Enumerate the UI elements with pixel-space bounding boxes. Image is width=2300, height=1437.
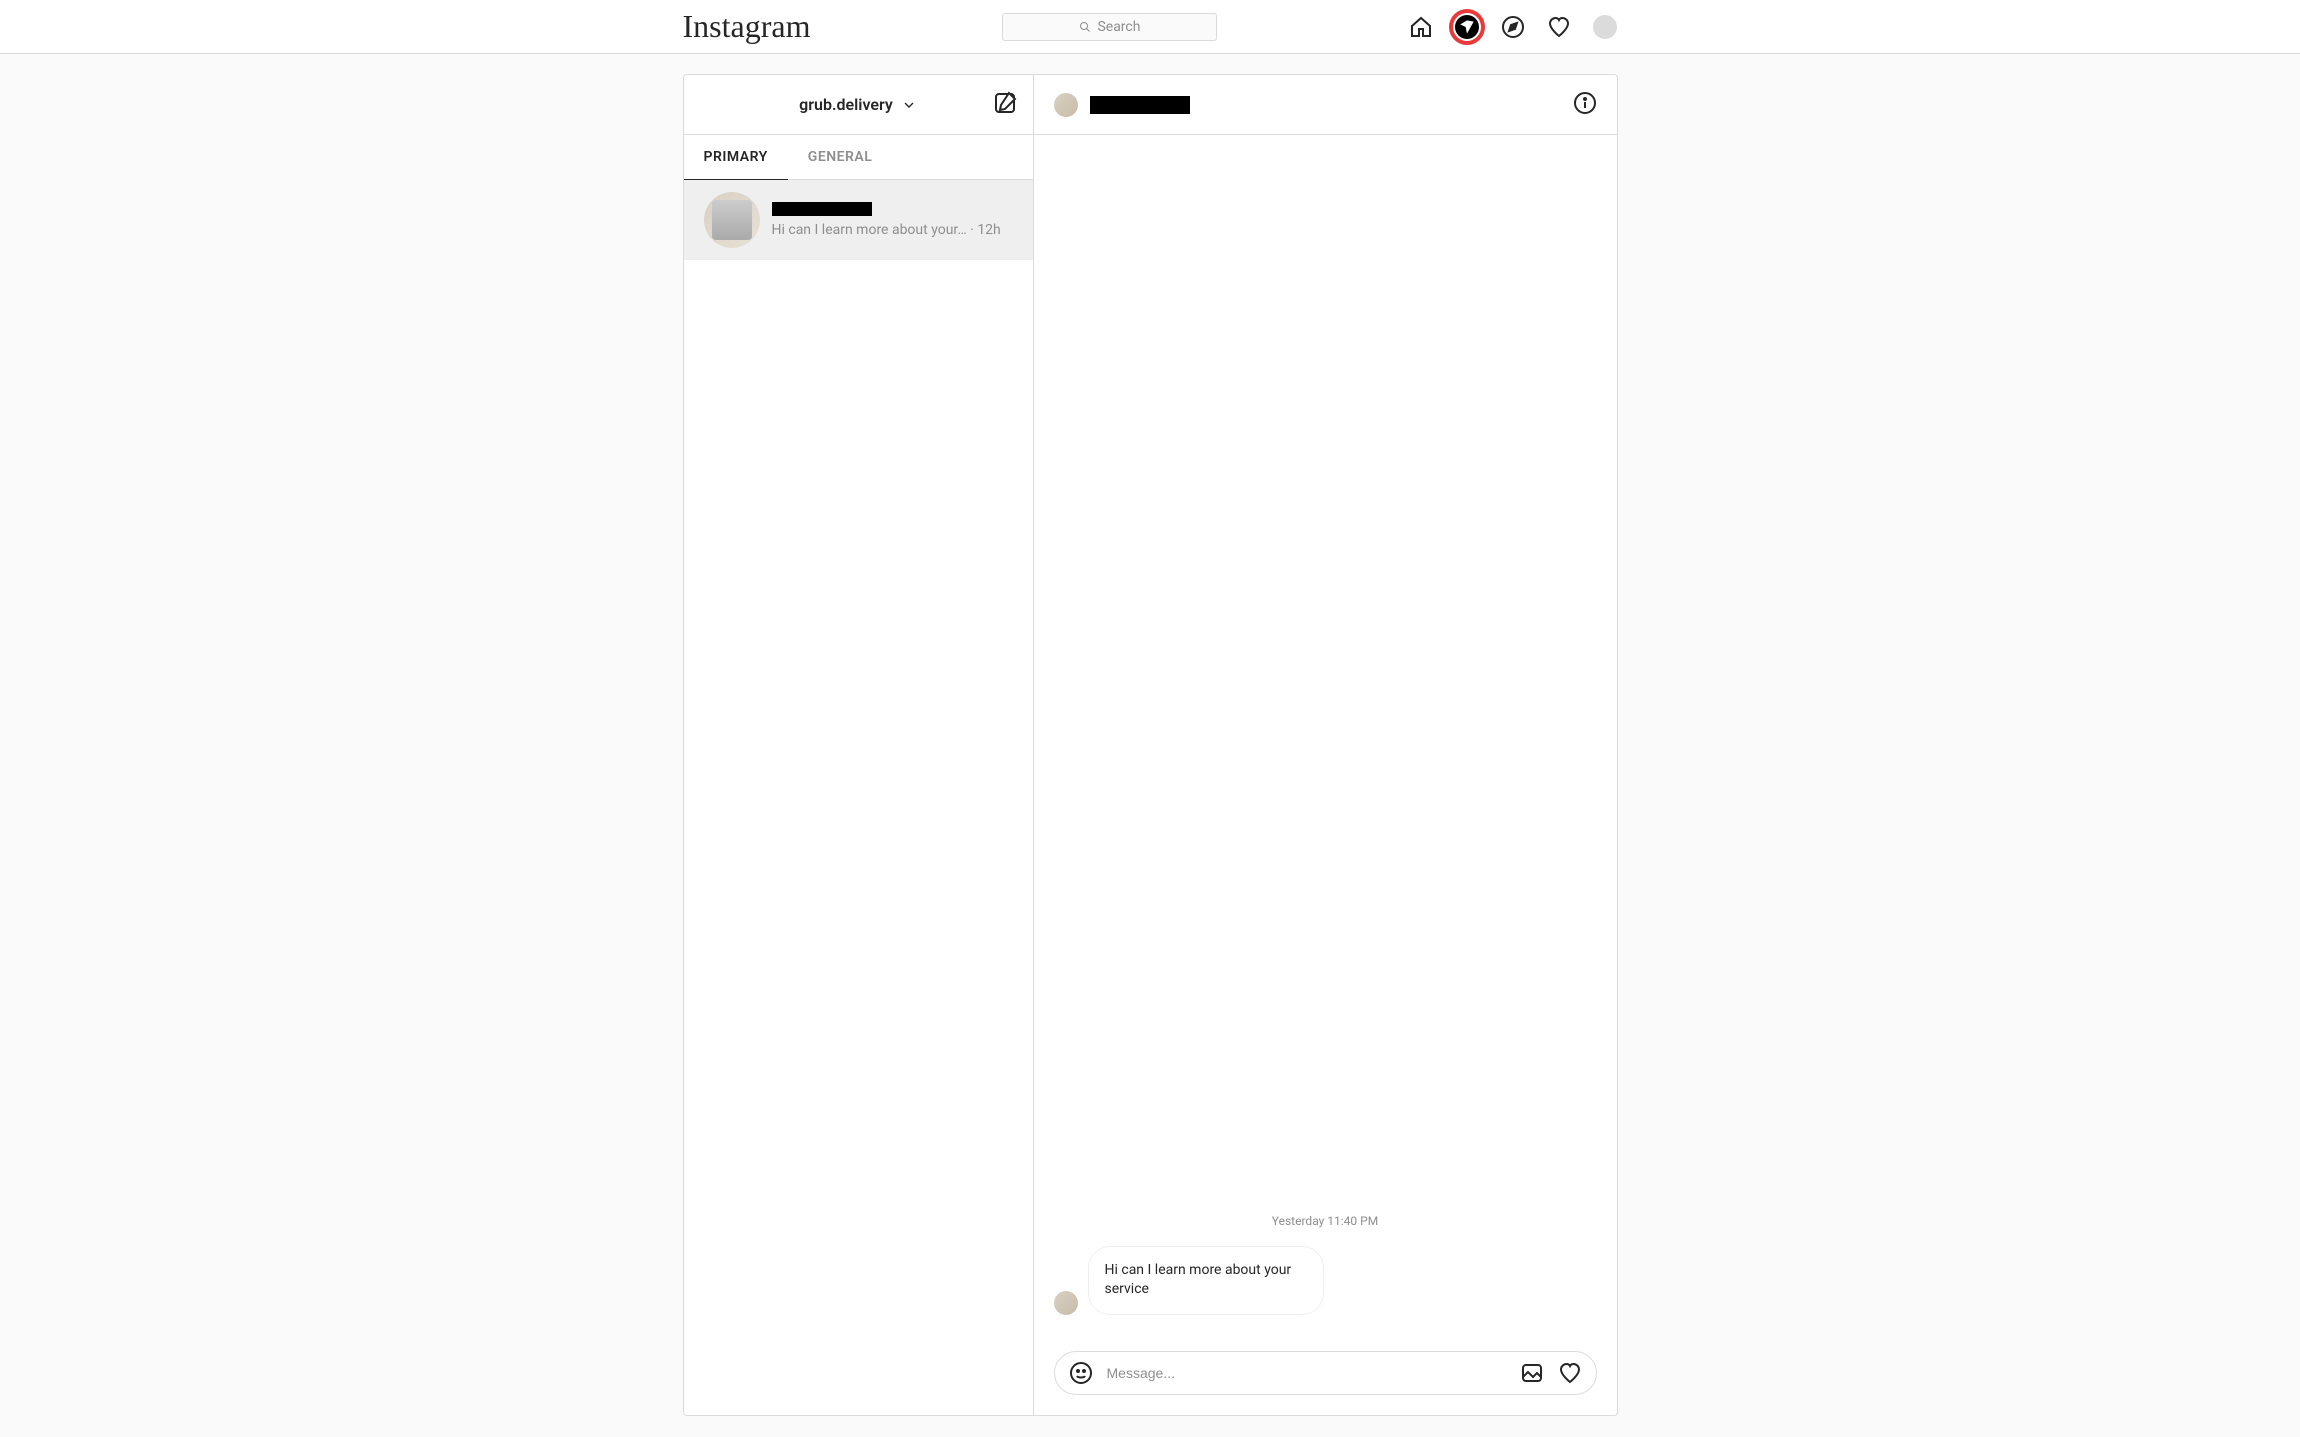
direct-messages-icon[interactable] bbox=[1455, 15, 1479, 39]
image-icon bbox=[1520, 1361, 1544, 1385]
search-placeholder: Search bbox=[1097, 19, 1140, 35]
search-container: Search bbox=[1002, 13, 1217, 41]
account-name: grub.delivery bbox=[799, 95, 893, 114]
inbox-sidebar: grub.delivery PRIMARY GENERAL Hi can I l… bbox=[684, 75, 1034, 1415]
tab-general[interactable]: GENERAL bbox=[788, 135, 893, 179]
instagram-logo[interactable]: Instagram bbox=[683, 8, 811, 45]
thread-body: Hi can I learn more about your… · 12h bbox=[772, 202, 1013, 238]
activity-heart-icon[interactable] bbox=[1547, 15, 1571, 39]
compose-new-message-button[interactable] bbox=[993, 91, 1017, 119]
compose-icon bbox=[993, 91, 1017, 115]
explore-icon[interactable] bbox=[1501, 15, 1525, 39]
thread-username-redacted bbox=[772, 202, 872, 216]
nav-icons bbox=[1409, 15, 1617, 39]
message-list: Yesterday 11:40 PM Hi can I learn more a… bbox=[1034, 135, 1617, 1351]
tab-primary[interactable]: PRIMARY bbox=[684, 135, 788, 180]
chevron-down-icon bbox=[901, 97, 917, 113]
thread-item[interactable]: Hi can I learn more about your… · 12h bbox=[684, 180, 1033, 260]
emoji-button[interactable] bbox=[1069, 1361, 1093, 1385]
home-icon[interactable] bbox=[1409, 15, 1433, 39]
dm-panel: grub.delivery PRIMARY GENERAL Hi can I l… bbox=[683, 74, 1618, 1416]
thread-avatar bbox=[704, 192, 760, 248]
like-button[interactable] bbox=[1558, 1361, 1582, 1385]
message-input[interactable] bbox=[1107, 1365, 1506, 1381]
emoji-icon bbox=[1069, 1361, 1093, 1385]
chat-pane: Yesterday 11:40 PM Hi can I learn more a… bbox=[1034, 75, 1617, 1415]
heart-icon bbox=[1558, 1361, 1582, 1385]
search-icon bbox=[1079, 21, 1091, 33]
thread-list: Hi can I learn more about your… · 12h bbox=[684, 180, 1033, 1415]
message-sender-avatar[interactable] bbox=[1054, 1291, 1078, 1315]
avatar-icon bbox=[1593, 15, 1617, 39]
chat-header-avatar bbox=[1054, 93, 1078, 117]
profile-avatar[interactable] bbox=[1593, 15, 1617, 39]
inbox-tabs: PRIMARY GENERAL bbox=[684, 135, 1033, 180]
add-photo-button[interactable] bbox=[1520, 1361, 1544, 1385]
sidebar-header: grub.delivery bbox=[684, 75, 1033, 135]
message-timestamp: Yesterday 11:40 PM bbox=[1054, 1214, 1597, 1228]
message-composer bbox=[1054, 1351, 1597, 1395]
top-navigation: Instagram Search bbox=[0, 0, 2300, 54]
account-switcher[interactable]: grub.delivery bbox=[799, 95, 917, 114]
chat-info-button[interactable] bbox=[1573, 91, 1597, 119]
message-row: Hi can I learn more about your service bbox=[1054, 1246, 1597, 1315]
message-bubble: Hi can I learn more about your service bbox=[1088, 1246, 1324, 1315]
info-icon bbox=[1573, 91, 1597, 115]
chat-header-left[interactable] bbox=[1054, 93, 1190, 117]
chat-username-redacted bbox=[1090, 96, 1190, 114]
thread-preview: Hi can I learn more about your… · 12h bbox=[772, 222, 1013, 238]
search-input[interactable]: Search bbox=[1002, 13, 1217, 41]
chat-header bbox=[1034, 75, 1617, 135]
